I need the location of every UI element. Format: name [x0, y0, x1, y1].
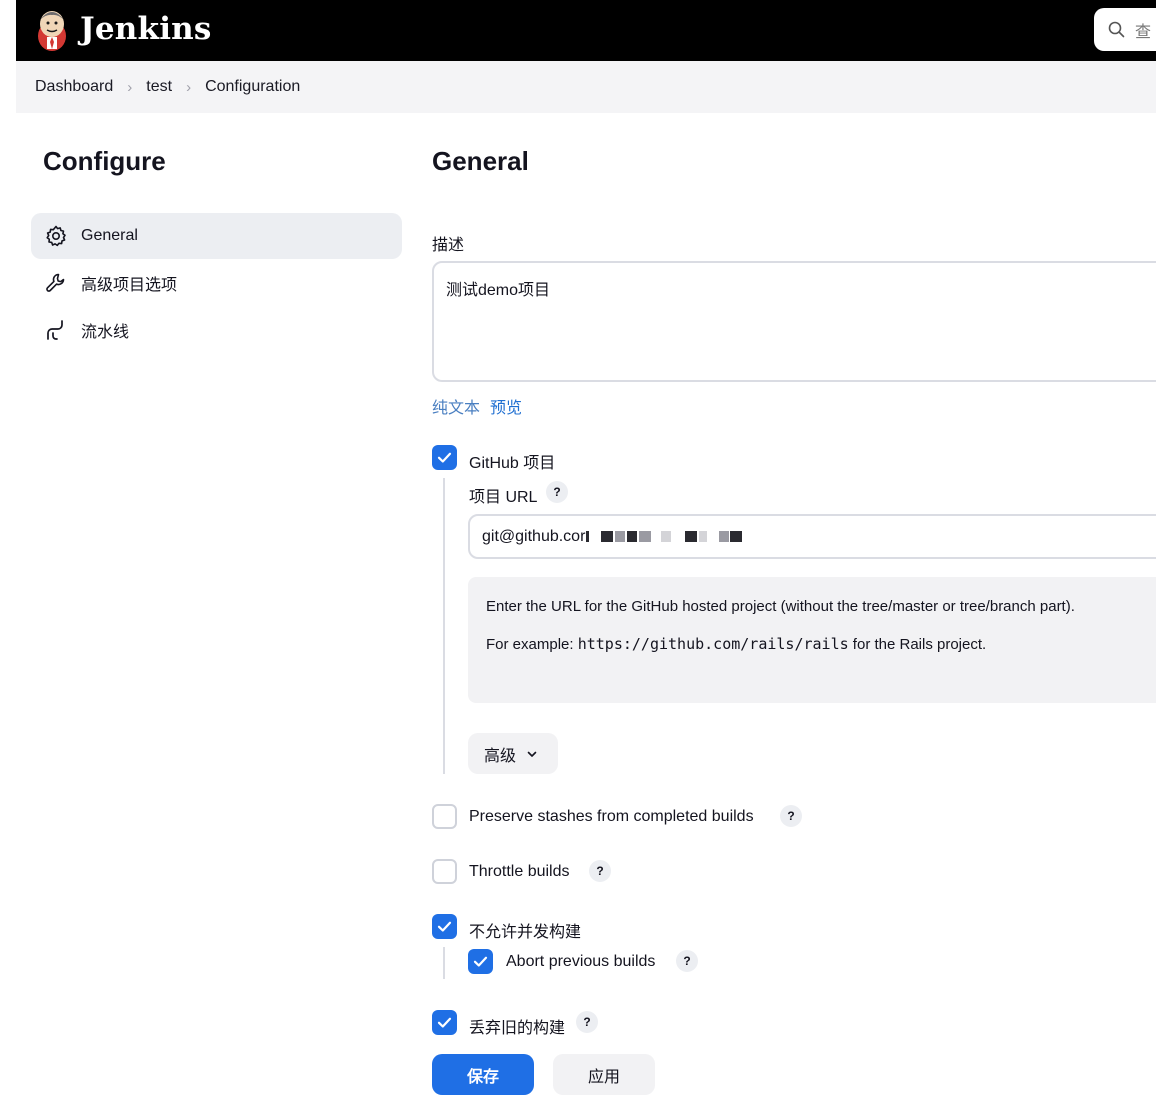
preserve-stashes-label: Preserve stashes from completed builds: [469, 808, 754, 825]
redacted-block: [627, 531, 638, 542]
breadcrumb-dashboard[interactable]: Dashboard: [35, 78, 113, 96]
sidebar-item-label: 流水线: [81, 324, 130, 341]
brand-name: Jenkins: [80, 11, 212, 47]
redacted-block: [586, 531, 590, 542]
throttle-builds-label: Throttle builds: [469, 863, 570, 880]
project-url-input[interactable]: git@github.cor: [468, 514, 1156, 559]
breadcrumb-test[interactable]: test: [146, 78, 172, 96]
check-icon: [437, 452, 452, 463]
preserve-stashes-checkbox[interactable]: [432, 804, 457, 829]
search-input[interactable]: 查: [1094, 8, 1156, 51]
sidebar-item-advanced-project-options[interactable]: 高级项目选项: [31, 260, 402, 306]
disallow-concurrent-builds-checkbox[interactable]: [432, 914, 457, 939]
search-placeholder: 查: [1135, 23, 1152, 41]
abort-previous-builds-checkbox[interactable]: [468, 949, 493, 974]
jenkins-home-link[interactable]: Jenkins: [34, 6, 212, 52]
gear-icon: [46, 225, 66, 247]
breadcrumb-configuration[interactable]: Configuration: [205, 78, 300, 96]
nested-section-line: [443, 947, 445, 979]
throttle-builds-help-icon[interactable]: ?: [589, 860, 611, 882]
advanced-button[interactable]: 高级: [468, 733, 558, 774]
redacted-block: [601, 531, 614, 542]
sidebar-item-pipeline[interactable]: 流水线: [31, 307, 402, 353]
abort-previous-builds-label: Abort previous builds: [506, 953, 656, 970]
redacted-block: [661, 531, 672, 542]
format-links: 纯文本 预览: [432, 394, 522, 418]
redacted-block: [719, 531, 730, 542]
chevron-down-icon: [527, 751, 537, 757]
top-header: Jenkins 查: [16, 0, 1156, 61]
redacted-block: [639, 531, 652, 542]
advanced-button-label: 高级: [484, 747, 517, 765]
breadcrumb: Dashboard › test › Configuration: [16, 61, 1156, 113]
check-icon: [473, 956, 488, 967]
description-label: 描述: [432, 237, 465, 254]
preserve-stashes-help-icon[interactable]: ?: [780, 805, 802, 827]
github-project-label: GitHub 项目: [469, 455, 556, 472]
redacted-block: [730, 531, 743, 542]
abort-previous-builds-help-icon[interactable]: ?: [676, 950, 698, 972]
discard-old-builds-checkbox[interactable]: [432, 1010, 457, 1035]
save-button[interactable]: 保存: [432, 1054, 534, 1095]
sidebar-item-label: 高级项目选项: [81, 277, 178, 294]
jenkins-logo-icon: [38, 11, 66, 51]
search-icon: [1108, 21, 1125, 38]
chevron-right-icon: ›: [186, 78, 192, 96]
help-example-code: https://github.com/rails/rails: [577, 635, 849, 653]
page-title: General: [432, 146, 529, 176]
chevron-right-icon: ›: [127, 78, 133, 96]
sidebar-title: Configure: [43, 146, 166, 176]
sidebar-item-label: General: [81, 227, 138, 244]
pipeline-icon: [47, 320, 63, 340]
check-icon: [437, 1017, 452, 1028]
project-url-help-icon[interactable]: ?: [546, 481, 568, 503]
plain-text-link[interactable]: 纯文本: [432, 394, 480, 418]
github-project-checkbox[interactable]: [432, 445, 457, 470]
project-url-help-box: Enter the URL for the GitHub hosted proj…: [468, 577, 1156, 703]
disallow-concurrent-builds-label: 不允许并发构建: [469, 924, 582, 941]
preview-link[interactable]: 预览: [490, 394, 522, 418]
help-text-line2: For example: https://github.com/rails/ra…: [486, 635, 987, 653]
help-text-line1: Enter the URL for the GitHub hosted proj…: [486, 598, 1075, 615]
discard-old-builds-label: 丢弃旧的构建: [469, 1020, 566, 1037]
discard-old-builds-help-icon[interactable]: ?: [576, 1011, 598, 1033]
redacted-block: [685, 531, 698, 542]
throttle-builds-checkbox[interactable]: [432, 859, 457, 884]
sidebar-item-general[interactable]: General: [31, 213, 402, 259]
project-url-label: 项目 URL: [469, 489, 538, 506]
description-textarea[interactable]: 测试demo项目: [432, 261, 1156, 382]
description-value: 测试demo项目: [446, 282, 551, 299]
apply-button[interactable]: 应用: [553, 1054, 655, 1095]
wrench-icon: [46, 273, 65, 292]
check-icon: [437, 921, 452, 932]
nested-section-line: [443, 478, 445, 774]
redacted-block: [699, 531, 708, 542]
project-url-value: git@github.cor: [482, 527, 586, 545]
redacted-block: [615, 531, 626, 542]
